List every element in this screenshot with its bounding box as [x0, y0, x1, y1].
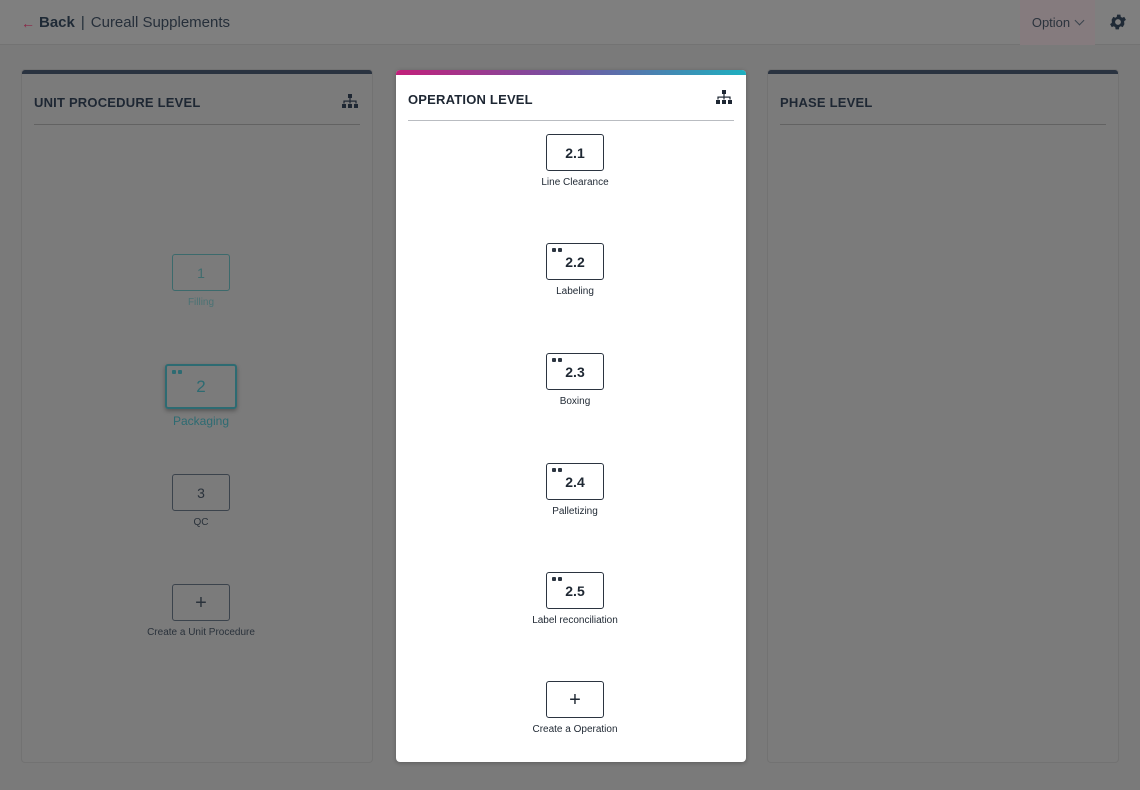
node-label: Palletizing: [552, 506, 598, 517]
unit-procedure-item[interactable]: 3 QC: [141, 474, 261, 528]
chevron-down-icon: [1074, 15, 1085, 26]
node-number: 1: [197, 264, 205, 281]
gear-icon[interactable]: [1108, 12, 1128, 32]
node-number: 2.5: [565, 582, 585, 599]
plus-icon: +: [569, 688, 581, 711]
divider: [780, 124, 1106, 125]
node-box[interactable]: 2: [165, 364, 237, 409]
node-label: Boxing: [559, 396, 591, 407]
link-icon: [552, 358, 562, 362]
link-icon: [552, 577, 562, 581]
page-title: Cureall Supplements: [90, 14, 231, 31]
operation-item[interactable]: 2.4 Palletizing: [515, 463, 635, 517]
create-unit-procedure-button[interactable]: +: [172, 584, 230, 621]
link-icon: [552, 248, 562, 252]
hierarchy-icon[interactable]: [342, 94, 358, 109]
node-label: QC: [193, 517, 209, 528]
node-box[interactable]: 2.4: [546, 463, 604, 500]
create-unit-procedure[interactable]: + Create a Unit Procedure: [141, 584, 261, 638]
option-dropdown[interactable]: Option: [1020, 0, 1095, 45]
create-operation-button[interactable]: +: [546, 681, 604, 718]
accent-bar: [396, 70, 746, 75]
breadcrumb-separator: |: [80, 14, 85, 31]
node-number: 2.4: [565, 473, 585, 490]
operation-item[interactable]: 2.5 Label reconciliation: [515, 572, 635, 626]
divider: [34, 124, 360, 125]
unit-procedure-item-active[interactable]: 2 Packaging: [141, 364, 261, 428]
node-number: 2.2: [565, 253, 585, 270]
back-label: Back: [39, 14, 75, 31]
node-box[interactable]: 2.2: [546, 243, 604, 280]
node-number: 3: [197, 484, 205, 501]
node-box[interactable]: 2.5: [546, 572, 604, 609]
node-label: Filling: [187, 297, 215, 308]
arrow-left-icon: ←: [21, 14, 35, 31]
plus-icon: +: [195, 591, 207, 614]
top-bar: ← Back | Cureall Supplements Option: [0, 0, 1140, 45]
node-label: Create a Operation: [532, 724, 618, 735]
panel-title: UNIT PROCEDURE LEVEL: [34, 95, 201, 110]
node-label: Create a Unit Procedure: [147, 627, 255, 638]
node-label: Packaging: [172, 414, 230, 428]
create-operation[interactable]: + Create a Operation: [515, 681, 635, 735]
operation-item[interactable]: 2.2 Labeling: [515, 243, 635, 297]
link-icon: [552, 468, 562, 472]
unit-procedure-panel: UNIT PROCEDURE LEVEL 1 Filling 2 Packagi…: [22, 70, 372, 762]
link-icon: [172, 370, 182, 374]
back-link[interactable]: ← Back | Cureall Supplements: [21, 14, 230, 31]
node-box[interactable]: 3: [172, 474, 230, 511]
node-number: 2.1: [565, 144, 585, 161]
operation-item[interactable]: 2.3 Boxing: [515, 353, 635, 407]
unit-procedure-item[interactable]: 1 Filling: [141, 254, 261, 308]
node-number: 2.3: [565, 363, 585, 380]
divider: [408, 120, 734, 121]
phase-panel: PHASE LEVEL: [768, 70, 1118, 762]
node-box[interactable]: 2.1: [546, 134, 604, 171]
node-box[interactable]: 1: [172, 254, 230, 291]
option-label: Option: [1031, 15, 1071, 30]
hierarchy-icon[interactable]: [716, 90, 732, 105]
node-label: Label reconciliation: [532, 615, 618, 626]
node-label: Labeling: [556, 286, 594, 297]
panel-title: OPERATION LEVEL: [408, 92, 533, 107]
node-box[interactable]: 2.3: [546, 353, 604, 390]
operation-item[interactable]: 2.1 Line Clearance: [515, 134, 635, 188]
node-number: 2: [196, 376, 206, 396]
panel-title: PHASE LEVEL: [780, 95, 873, 110]
node-label: Line Clearance: [541, 177, 609, 188]
operation-panel: OPERATION LEVEL 2.1 Line Clearance 2.2 L…: [396, 70, 746, 762]
